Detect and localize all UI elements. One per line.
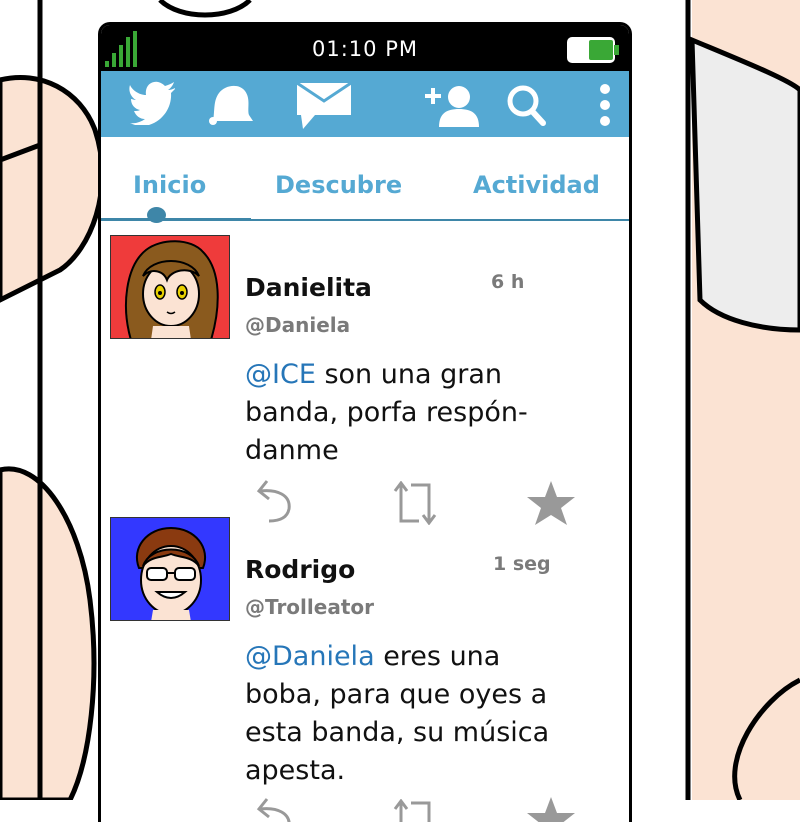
tweet-author-name[interactable]: Danielita bbox=[245, 273, 372, 302]
tweet-author-handle[interactable]: @Trolleator bbox=[245, 595, 374, 619]
tweet-author-name[interactable]: Rodrigo bbox=[245, 555, 355, 584]
tweet-text-line: apesta. bbox=[245, 755, 346, 786]
tweet-author-handle[interactable]: @Daniela bbox=[245, 313, 350, 337]
status-bar: 01:10 PM bbox=[101, 25, 629, 71]
tab-actividad[interactable]: Actividad bbox=[473, 171, 600, 199]
avatar-rodrigo-image bbox=[136, 526, 206, 620]
tweet-text-line: esta banda, su música bbox=[245, 717, 550, 748]
retweet-icon[interactable] bbox=[391, 481, 439, 525]
toolbar bbox=[101, 71, 629, 137]
bird-icon[interactable] bbox=[129, 81, 175, 125]
avatar[interactable] bbox=[110, 235, 230, 339]
tweet-text-line: eres una bbox=[374, 641, 501, 672]
mention-link[interactable]: @ICE bbox=[245, 359, 316, 390]
reply-icon[interactable] bbox=[255, 477, 295, 525]
tweet-time: 1 seg bbox=[493, 553, 551, 575]
phone-screen: 01:10 PM Inicio Descubre Actividad Danie… bbox=[98, 22, 632, 822]
favorite-icon[interactable] bbox=[525, 481, 577, 527]
tab-descubre[interactable]: Descubre bbox=[275, 171, 402, 199]
reply-icon[interactable] bbox=[255, 795, 295, 822]
tweet-time: 6 h bbox=[491, 271, 525, 293]
retweet-icon[interactable] bbox=[391, 799, 439, 822]
tab-inicio[interactable]: Inicio bbox=[133, 171, 206, 199]
avatar[interactable] bbox=[110, 517, 230, 621]
active-tab-indicator bbox=[101, 218, 251, 221]
messages-icon[interactable] bbox=[295, 79, 353, 131]
tweet-text: @ICE son una gran banda, porfa respón- d… bbox=[245, 356, 585, 470]
notifications-icon[interactable] bbox=[205, 81, 255, 127]
tab-bar: Inicio Descubre Actividad bbox=[101, 137, 629, 223]
add-user-icon[interactable] bbox=[423, 83, 479, 127]
clock: 01:10 PM bbox=[312, 37, 418, 61]
mention-link[interactable]: @Daniela bbox=[245, 641, 375, 672]
favorite-icon[interactable] bbox=[525, 797, 577, 822]
search-icon[interactable] bbox=[503, 83, 547, 127]
avatar-daniela-image bbox=[125, 240, 219, 338]
more-icon[interactable] bbox=[597, 83, 613, 127]
tweet-text-line: son una gran bbox=[315, 359, 502, 390]
tweet-text-line: danme bbox=[245, 435, 339, 466]
tweet-text-line: banda, porfa respón- bbox=[245, 397, 528, 428]
tweet-text-line: boba, para que oyes a bbox=[245, 679, 548, 710]
tweet-text: @Daniela eres una boba, para que oyes a … bbox=[245, 638, 585, 790]
battery-icon bbox=[567, 37, 619, 63]
